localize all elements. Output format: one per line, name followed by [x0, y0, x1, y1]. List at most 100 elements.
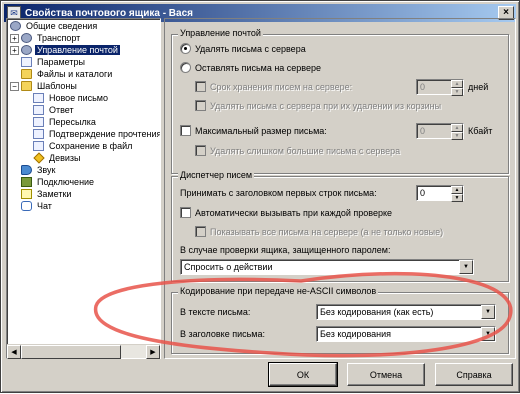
option-label: Автоматически вызывать при каждой провер… — [195, 207, 393, 218]
auto-call-option[interactable]: Автоматически вызывать при каждой провер… — [180, 207, 392, 218]
mail-management-group: Управление почтой Удалять письма с серве… — [171, 28, 509, 174]
spin-up-icon[interactable]: ▲ — [451, 124, 463, 132]
gear-icon — [10, 21, 21, 31]
tree-item-general[interactable]: Общие сведения — [10, 20, 99, 32]
accept-headers-stepper[interactable]: 0 ▲ ▼ — [416, 185, 464, 202]
tree-item-label: Чат — [37, 201, 52, 211]
keep-on-server-option[interactable]: Оставлять письма на сервере — [180, 62, 321, 73]
chevron-down-icon[interactable]: ▼ — [481, 305, 495, 319]
option-label: Удалять письма с сервера при их удалении… — [210, 100, 442, 111]
delete-when-deleted-option[interactable]: Удалять письма с сервера при их удалении… — [195, 100, 441, 111]
properties-dialog: ✉ Свойства почтового ящика - Вася × Общи… — [0, 0, 520, 393]
spin-down-icon[interactable]: ▼ — [451, 88, 463, 96]
keep-period-stepper[interactable]: 0 ▲ ▼ — [416, 79, 464, 96]
tree-item-save-to-file[interactable]: Сохранение в файл — [33, 140, 134, 152]
spin-up-icon[interactable]: ▲ — [451, 186, 463, 194]
tree-item-parameters[interactable]: Параметры — [21, 56, 87, 68]
delete-too-big-option[interactable]: Удалять слишком большие письма с сервера — [195, 145, 400, 156]
password-action-select[interactable]: Спросить о действии ▼ — [180, 259, 474, 275]
spin-up-icon[interactable]: ▲ — [451, 80, 463, 88]
scroll-thumb[interactable] — [21, 345, 121, 359]
chevron-down-icon[interactable]: ▼ — [481, 327, 495, 341]
group-title: Управление почтой — [178, 28, 263, 38]
max-size-option[interactable]: Максимальный размер письма: — [180, 125, 327, 136]
password-label: В случае проверки ящика, защищенного пар… — [180, 245, 391, 255]
spin-down-icon[interactable]: ▼ — [451, 194, 463, 202]
tree-item-label: Общие сведения — [26, 21, 98, 31]
tree-item-label: Параметры — [37, 57, 85, 67]
option-label: Удалять письма с сервера — [195, 43, 306, 54]
tree-item-label: Ответ — [49, 105, 74, 115]
cancel-button[interactable]: Отмена — [347, 363, 425, 386]
star-icon — [33, 152, 45, 164]
body-encoding-select[interactable]: Без кодирования (как есть) ▼ — [316, 304, 496, 320]
doc-icon — [33, 105, 44, 115]
tree-item-label: Файлы и каталоги — [37, 69, 113, 79]
tree-item-label: Девизы — [49, 153, 81, 163]
scroll-left-icon[interactable]: ◀ — [7, 345, 21, 359]
checkbox[interactable] — [195, 145, 206, 156]
max-size-stepper[interactable]: 0 ▲ ▼ — [416, 123, 464, 140]
tree-item-reply[interactable]: Ответ — [33, 104, 76, 116]
tree-item-mail-management[interactable]: + Управление почтой — [10, 44, 120, 56]
tree-item-label: Управление почтой — [35, 45, 120, 55]
doc-icon — [21, 57, 32, 67]
show-all-option[interactable]: Показывать все письма на сервере (а не т… — [195, 226, 443, 237]
tree-item-mottos[interactable]: Девизы — [33, 152, 83, 164]
checkbox[interactable] — [195, 226, 206, 237]
sound-icon — [21, 165, 32, 175]
select-value: Спросить о действии — [184, 262, 273, 272]
stepper-value: 0 — [420, 126, 426, 136]
tree-item-new-letter[interactable]: Новое письмо — [33, 92, 110, 104]
gear-icon — [21, 45, 32, 55]
checkbox[interactable] — [195, 100, 206, 111]
spin-down-icon[interactable]: ▼ — [451, 132, 463, 140]
tree-item-sound[interactable]: Звук — [21, 164, 57, 176]
settings-tree: Общие сведения + Транспорт + Управление … — [6, 18, 161, 359]
tree-item-read-receipt[interactable]: Подтверждение прочтения — [33, 128, 160, 140]
stepper-value: 0 — [420, 188, 426, 198]
plug-icon — [21, 177, 32, 187]
checkbox[interactable] — [180, 207, 191, 218]
tree-item-label: Сохранение в файл — [49, 141, 133, 151]
checkbox[interactable] — [195, 81, 206, 92]
doc-icon — [33, 93, 44, 103]
collapse-toggle[interactable]: − — [10, 81, 19, 91]
doc-icon — [33, 129, 44, 139]
radio-button[interactable] — [180, 62, 191, 73]
expand-toggle[interactable]: + — [10, 33, 19, 43]
select-value: Без кодирования — [320, 329, 392, 339]
doc-icon — [33, 117, 44, 127]
tree-item-label: Подключение — [37, 177, 95, 187]
stepper-value: 0 — [420, 82, 426, 92]
scroll-right-icon[interactable]: ▶ — [146, 345, 160, 359]
gear-icon — [21, 33, 32, 43]
header-encoding-select[interactable]: Без кодирования ▼ — [316, 326, 496, 342]
tree-item-label: Новое письмо — [49, 93, 108, 103]
keep-period-option[interactable]: Срок хранения писем на сервере: — [195, 81, 352, 92]
option-label: Показывать все письма на сервере (а не т… — [210, 226, 444, 237]
tree-item-notes[interactable]: Заметки — [21, 188, 73, 200]
tree-item-connection[interactable]: Подключение — [21, 176, 96, 188]
tree-item-label: Транспорт — [37, 33, 81, 43]
tree-item-label: Пересылка — [49, 117, 96, 127]
tree-item-forward[interactable]: Пересылка — [33, 116, 98, 128]
tree-item-templates[interactable]: − Шаблоны — [10, 80, 79, 92]
delete-from-server-option[interactable]: Удалять письма с сервера — [180, 43, 306, 54]
tree-horizontal-scrollbar[interactable]: ◀ ▶ — [7, 344, 160, 359]
tree-item-files[interactable]: Файлы и каталоги — [21, 68, 114, 80]
option-label: Оставлять письма на сервере — [195, 62, 322, 73]
select-value: Без кодирования (как есть) — [320, 307, 434, 317]
radio-button[interactable] — [180, 43, 191, 54]
tree-item-label: Заметки — [37, 189, 72, 199]
option-label: Максимальный размер письма: — [195, 125, 327, 136]
expand-toggle[interactable]: + — [10, 45, 19, 55]
ok-button[interactable]: ОК — [268, 362, 338, 387]
help-button[interactable]: Справка — [435, 363, 513, 386]
tree-item-label: Звук — [37, 165, 56, 175]
dispatcher-group: Диспетчер писем Принимать с заголовком п… — [171, 170, 509, 282]
checkbox[interactable] — [180, 125, 191, 136]
chevron-down-icon[interactable]: ▼ — [459, 260, 473, 274]
tree-item-chat[interactable]: Чат — [21, 200, 54, 212]
tree-item-transport[interactable]: + Транспорт — [10, 32, 82, 44]
